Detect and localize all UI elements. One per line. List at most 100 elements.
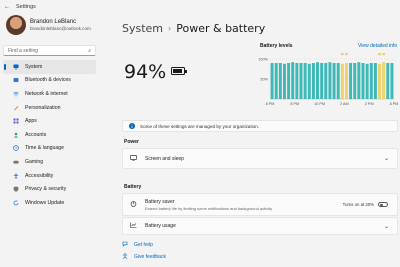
- chart-bar: [336, 63, 340, 99]
- info-icon: i: [129, 123, 135, 129]
- screen-and-sleep-label: Screen and sleep: [145, 155, 184, 162]
- sidebar-item-accessibility[interactable]: Accessibility: [3, 169, 96, 183]
- chart-bar: [340, 63, 344, 99]
- person-icon: [13, 132, 19, 138]
- sidebar-item-label: Apps: [25, 118, 37, 125]
- feedback-icon: [122, 253, 130, 261]
- chart-bar: [344, 63, 348, 99]
- battery-section-label: Battery: [124, 184, 142, 190]
- chart-bar: [378, 63, 382, 99]
- profile-name: Brandon LeBlanc: [30, 19, 77, 25]
- sidebar-nav: System Bluetooth & devices Network & int…: [3, 60, 96, 210]
- chart-bar: [303, 63, 307, 99]
- battery-usage-label: Battery usage: [145, 223, 176, 229]
- x-tick-label: 8 PM: [290, 102, 299, 106]
- battery-saver-value: Turns on at 20%: [342, 202, 374, 207]
- wifi-icon: [13, 91, 19, 97]
- monitor-icon: [13, 64, 19, 70]
- chart-bar: [278, 63, 282, 99]
- profile-email: brandonleblanc@outlook.com: [30, 26, 91, 31]
- chart-bar: [328, 62, 332, 99]
- brush-icon: [13, 105, 19, 111]
- chart-bar: [311, 63, 315, 99]
- chart-bar: [270, 63, 274, 99]
- x-tick-label: 8 PM: [266, 102, 275, 106]
- sidebar-item-label: System: [25, 63, 43, 70]
- chart-bar: [291, 62, 295, 99]
- chart-bar: [357, 62, 361, 99]
- screen-sleep-icon: [129, 154, 137, 163]
- battery-saver-card[interactable]: Battery saver Extend battery life by lim…: [122, 193, 398, 216]
- shield-icon: [13, 186, 19, 192]
- chart-bar: [332, 63, 336, 99]
- sidebar-item-windows-update[interactable]: Windows Update: [3, 196, 96, 210]
- sidebar-item-label: Personalization: [25, 104, 61, 111]
- chart-bar: [361, 63, 365, 99]
- apps-icon: [13, 118, 19, 124]
- chart-bar: [386, 63, 390, 99]
- sidebar-item-accounts[interactable]: Accounts: [3, 128, 96, 142]
- chart-bar: [390, 63, 394, 99]
- battery-saver-subtitle: Extend battery life by limiting some not…: [145, 205, 273, 211]
- sidebar-item-label: Privacy & security: [25, 186, 67, 193]
- x-tick-label: 10 PM: [314, 102, 325, 106]
- sidebar-item-network[interactable]: Network & internet: [3, 87, 96, 101]
- title-bar: ← Settings: [0, 0, 400, 13]
- y-tick-label: 50%: [260, 78, 268, 82]
- breadcrumb-parent[interactable]: System: [122, 22, 163, 35]
- search-icon: ⌕: [88, 47, 91, 54]
- chart-bar: [320, 63, 324, 99]
- search-input[interactable]: Find a setting ⌕: [3, 45, 96, 56]
- sidebar-item-apps[interactable]: Apps: [3, 114, 96, 128]
- screen-and-sleep-card[interactable]: Screen and sleep ⌄: [122, 148, 398, 169]
- accessibility-icon: [13, 172, 19, 179]
- get-help-link[interactable]: Get help: [122, 239, 166, 251]
- sidebar-item-label: Accounts: [25, 131, 47, 138]
- chart-bar: [295, 63, 299, 99]
- search-placeholder: Find a setting: [8, 47, 39, 54]
- battery-saver-toggle[interactable]: [378, 202, 388, 207]
- chart-bar: [349, 63, 353, 99]
- breadcrumb-separator: ›: [168, 24, 172, 33]
- chart-bar: [373, 63, 377, 99]
- chart-bar: [353, 63, 357, 99]
- chart-bar: [287, 63, 291, 99]
- chart-icon: [129, 222, 137, 230]
- chart-bar: [324, 63, 328, 99]
- chart-bar: [369, 63, 373, 99]
- sidebar-item-system[interactable]: System: [3, 60, 96, 74]
- give-feedback-link[interactable]: Give feedback: [122, 251, 166, 263]
- main-content: System › Power & battery 94% Battery lev…: [112, 13, 400, 267]
- help-icon: [122, 241, 130, 249]
- power-section-label: Power: [124, 139, 140, 145]
- chevron-down-icon: ⌄: [383, 156, 389, 162]
- user-profile[interactable]: Brandon LeBlanc brandonleblanc@outlook.c…: [6, 15, 91, 35]
- chart-bar: [365, 63, 369, 99]
- sidebar-item-label: Bluetooth & devices: [25, 77, 71, 84]
- chevron-down-icon: ⌄: [383, 223, 389, 230]
- battery-levels-label: Battery levels: [260, 43, 293, 49]
- chart-bar: [316, 62, 320, 99]
- sidebar-item-gaming[interactable]: Gaming: [3, 155, 96, 169]
- back-arrow-icon[interactable]: ←: [4, 4, 10, 10]
- breadcrumb: System › Power & battery: [122, 22, 265, 35]
- sidebar-item-privacy-security[interactable]: Privacy & security: [3, 182, 96, 196]
- notice-text: Some of these settings are managed by yo…: [140, 123, 259, 129]
- get-help-text: Get help: [134, 242, 153, 248]
- battery-percentage: 94%: [124, 61, 167, 83]
- sidebar-item-time-language[interactable]: Time & language: [3, 142, 96, 156]
- update-icon: [13, 200, 19, 206]
- help-links: Get help Give feedback: [122, 239, 166, 263]
- battery-saver-title: Battery saver: [145, 198, 175, 205]
- sidebar-item-label: Accessibility: [25, 172, 54, 179]
- bluetooth-icon: [13, 77, 19, 83]
- view-detailed-info-link[interactable]: View detailed info: [358, 43, 397, 49]
- give-feedback-text: Give feedback: [134, 254, 166, 260]
- window-title: Settings: [16, 3, 36, 10]
- chart-bar: [282, 63, 286, 99]
- avatar: [6, 15, 26, 35]
- battery-usage-card[interactable]: Battery usage ⌄: [122, 217, 398, 235]
- sidebar-item-bluetooth[interactable]: Bluetooth & devices: [3, 74, 96, 88]
- sidebar-item-personalization[interactable]: Personalization: [3, 101, 96, 115]
- sidebar-item-label: Network & internet: [25, 90, 68, 97]
